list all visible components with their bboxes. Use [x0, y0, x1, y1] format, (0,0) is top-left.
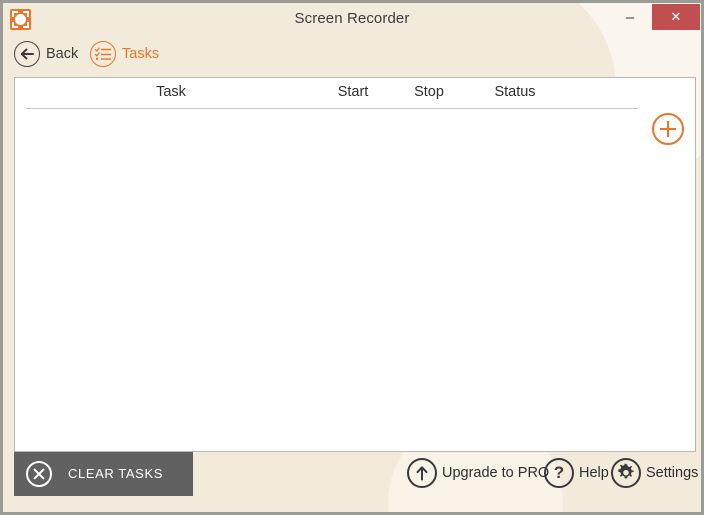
header-divider [26, 108, 638, 109]
screen-recorder-window: Screen Recorder – ✕ Back Tasks Task Star… [0, 0, 704, 515]
task-list-header: Task Start Stop Status [15, 78, 695, 108]
back-button-label: Back [46, 46, 79, 62]
settings-button[interactable]: Settings [611, 456, 698, 490]
column-header-status: Status [494, 84, 536, 100]
plus-circle-icon-vertical [667, 121, 669, 137]
nav-bar: Back Tasks [3, 36, 701, 74]
question-circle-icon: ? [544, 458, 574, 488]
add-task-button[interactable] [652, 113, 684, 145]
gear-circle-icon [611, 458, 641, 488]
close-button[interactable]: ✕ [652, 4, 700, 30]
upgrade-to-pro-button[interactable]: Upgrade to PRO [407, 456, 549, 490]
tasks-button[interactable]: Tasks [90, 39, 159, 69]
bottom-bar: CLEAR TASKS Upgrade to PRO ? Help Settin… [3, 452, 701, 512]
settings-label: Settings [646, 465, 699, 481]
checklist-circle-icon [90, 41, 116, 67]
column-header-start: Start [337, 84, 369, 100]
column-header-task: Task [156, 84, 186, 100]
back-button[interactable]: Back [14, 39, 78, 69]
tasks-button-label: Tasks [122, 46, 160, 62]
clear-tasks-button[interactable]: CLEAR TASKS [14, 452, 193, 496]
task-list-panel: Task Start Stop Status [14, 77, 696, 452]
question-mark-glyph: ? [553, 463, 565, 482]
clear-tasks-label: CLEAR TASKS [68, 466, 163, 481]
title-bar: Screen Recorder – ✕ [3, 3, 701, 36]
minimize-button[interactable]: – [617, 5, 643, 31]
arrow-up-circle-icon [407, 458, 437, 488]
help-label: Help [579, 465, 609, 481]
window-title: Screen Recorder [294, 10, 410, 27]
help-button[interactable]: ? Help [544, 456, 609, 490]
column-header-stop: Stop [414, 84, 444, 100]
window-inner: Screen Recorder – ✕ Back Tasks Task Star… [3, 3, 701, 512]
upgrade-to-pro-label: Upgrade to PRO [442, 465, 550, 481]
arrow-left-circle-icon [14, 41, 40, 67]
